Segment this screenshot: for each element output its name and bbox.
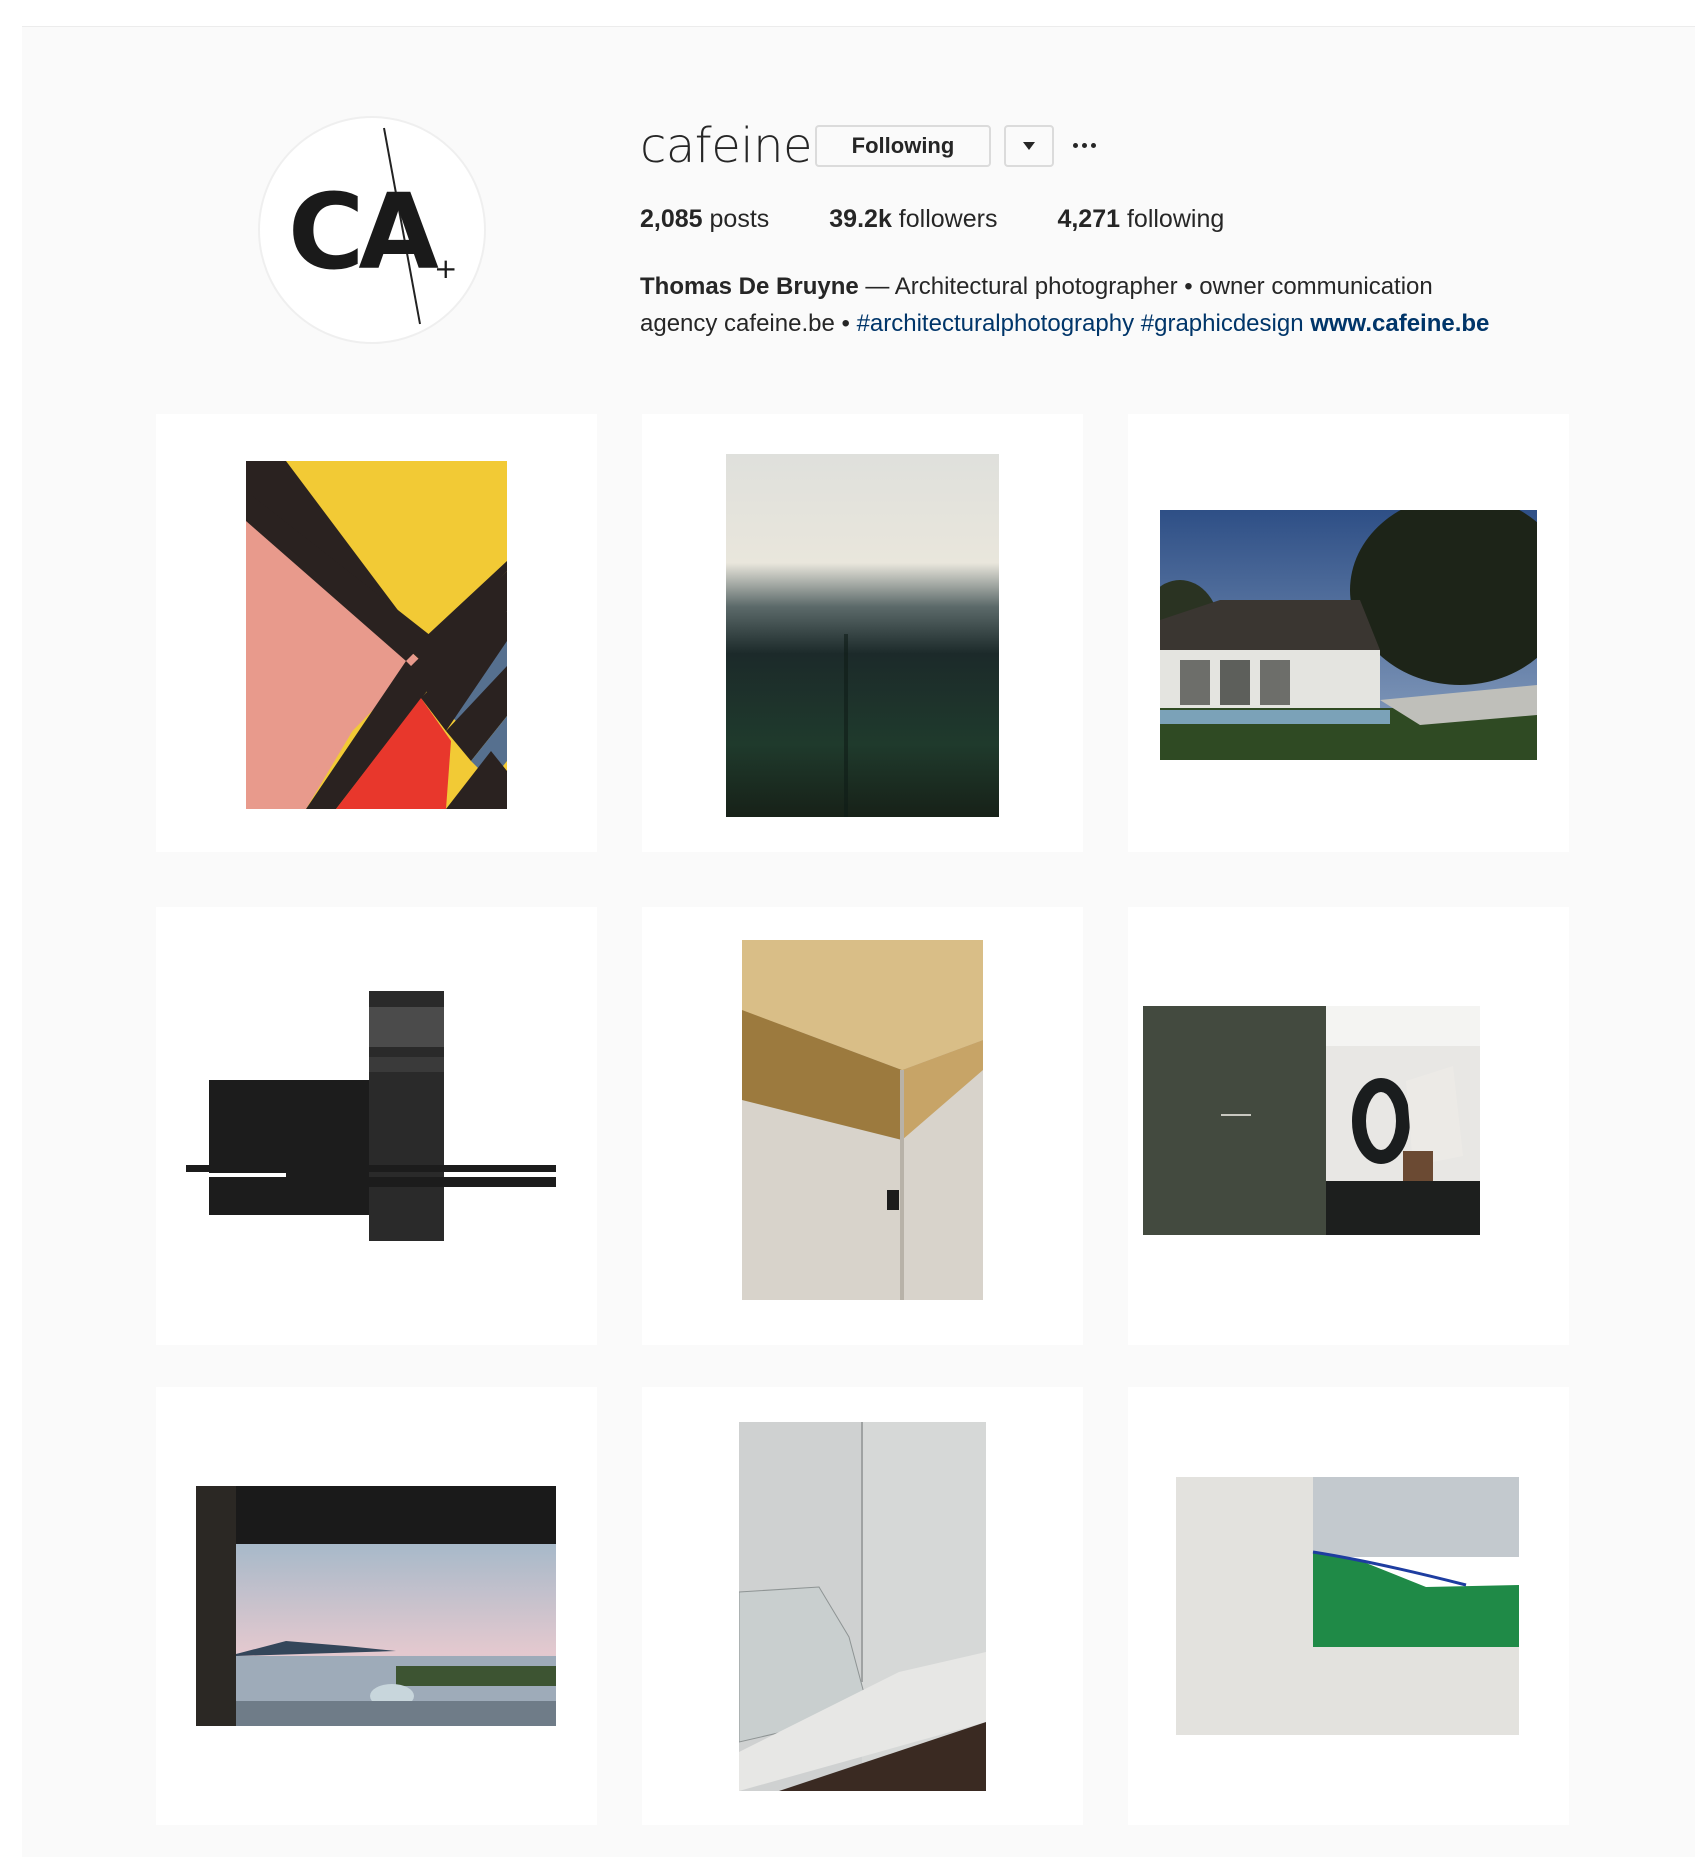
following-stat[interactable]: 4,271 following	[1057, 205, 1224, 234]
post-modern-house-pool[interactable]	[1128, 414, 1569, 852]
avatar-plus-icon: +	[434, 252, 457, 285]
bio-website-link[interactable]: www.cafeine.be	[1310, 310, 1489, 337]
profile-avatar[interactable]: CA +	[258, 116, 486, 344]
profile-username: cafeine	[640, 118, 813, 174]
bio-full-name: Thomas De Bruyne	[640, 273, 859, 300]
profile-stats: 2,085 posts 39.2k followers 4,271 follow…	[640, 205, 1284, 234]
post-geometric-color-blocks[interactable]	[156, 414, 597, 852]
bio-text-line2: agency cafeine.be •	[640, 310, 857, 337]
hashtag-architecturalphotography[interactable]: #architecturalphotography	[857, 310, 1135, 337]
post-image	[739, 1422, 986, 1791]
caret-down-icon	[1023, 142, 1035, 150]
post-misty-window-green[interactable]	[642, 414, 1083, 852]
posts-stat: 2,085 posts	[640, 205, 770, 233]
post-concrete-stair-geometry[interactable]	[642, 1387, 1083, 1825]
post-dark-green-book-spread-interior[interactable]	[1128, 907, 1569, 1345]
post-image	[1143, 1006, 1480, 1235]
followers-stat[interactable]: 39.2k followers	[829, 205, 997, 234]
suggestions-dropdown-button[interactable]	[1004, 125, 1054, 167]
post-image	[1160, 510, 1537, 760]
post-image	[246, 461, 507, 809]
post-green-painting-on-wall[interactable]	[1128, 1387, 1569, 1825]
post-image	[196, 1486, 556, 1726]
post-window-sea-view-dusk[interactable]	[156, 1387, 597, 1825]
post-image	[1176, 1477, 1519, 1735]
avatar-text: CA	[288, 171, 438, 293]
hashtag-graphicdesign[interactable]: #graphicdesign	[1141, 310, 1304, 337]
bio-text-line1: — Architectural photographer • owner com…	[858, 273, 1433, 300]
profile-bio: Thomas De Bruyne — Architectural photogr…	[640, 268, 1590, 342]
post-brass-stone-detail[interactable]	[642, 907, 1083, 1345]
following-button[interactable]: Following	[815, 125, 991, 167]
post-image	[186, 987, 567, 1247]
post-black-abstract-blocks[interactable]	[156, 907, 597, 1345]
post-image	[726, 454, 999, 817]
more-options-icon[interactable]	[1068, 124, 1100, 166]
post-image	[742, 940, 983, 1300]
